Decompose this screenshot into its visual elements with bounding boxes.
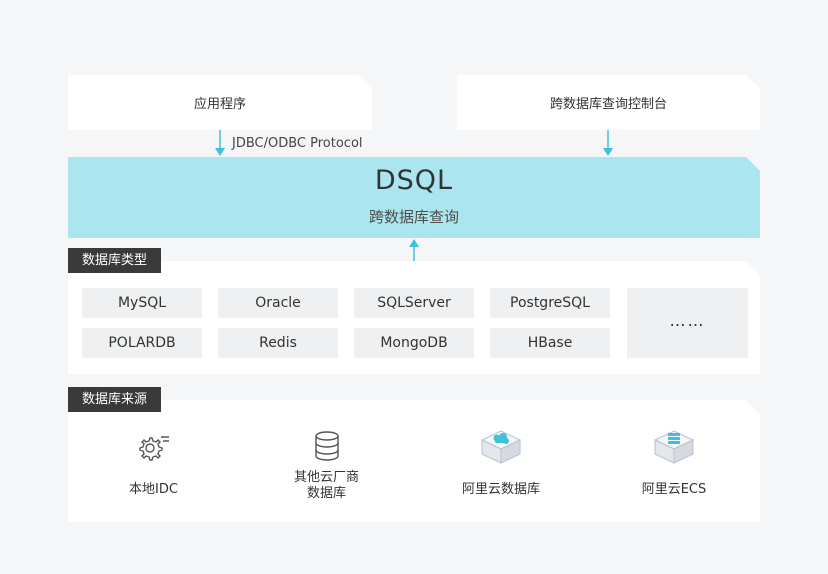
cloud-database-cube-icon: [479, 428, 523, 466]
source-card-local-idc: 本地IDC: [100, 424, 207, 510]
cross-db-console-box: 跨数据库查询控制台: [457, 75, 760, 130]
db-type-polardb: POLARDB: [82, 328, 202, 358]
application-label: 应用程序: [193, 97, 246, 112]
source-label-other-cloud-line1: 其他云厂商: [293, 470, 359, 485]
db-type-redis: Redis: [218, 328, 338, 358]
db-type-mongodb: MongoDB: [354, 328, 474, 358]
db-type-mysql: MySQL: [82, 288, 202, 318]
source-card-aliyun-db: 阿里云数据库: [446, 424, 556, 510]
database-icon: [313, 430, 341, 462]
arrow-down-icon: [215, 130, 225, 156]
gears-icon: [136, 432, 172, 462]
protocol-label: JDBC/ODBC Protocol: [232, 136, 363, 151]
arrow-up-icon: [409, 239, 419, 262]
application-box: 应用程序: [68, 75, 372, 130]
source-label-local-idc: 本地IDC: [129, 482, 178, 497]
source-label-aliyun-ecs: 阿里云ECS: [641, 482, 707, 497]
dsql-subtitle: 跨数据库查询: [368, 208, 459, 226]
server-cube-icon: [652, 428, 696, 466]
db-type-postgresql: PostgreSQL: [490, 288, 610, 318]
source-card-aliyun-ecs: 阿里云ECS: [620, 424, 728, 510]
db-type-more: ……: [627, 288, 748, 358]
source-card-other-cloud: 其他云厂商 数据库: [273, 424, 380, 510]
database-sources-tag: 数据库来源: [68, 387, 162, 412]
source-label-aliyun-db: 阿里云数据库: [461, 482, 540, 497]
source-label-other-cloud-line2: 数据库: [306, 486, 346, 501]
db-type-oracle: Oracle: [218, 288, 338, 318]
db-type-sqlserver: SQLServer: [354, 288, 474, 318]
db-type-hbase: HBase: [490, 328, 610, 358]
database-types-tag: 数据库类型: [68, 248, 162, 273]
console-label: 跨数据库查询控制台: [549, 97, 667, 112]
arrow-down-icon: [603, 130, 613, 156]
dsql-title: DSQL: [374, 165, 454, 196]
